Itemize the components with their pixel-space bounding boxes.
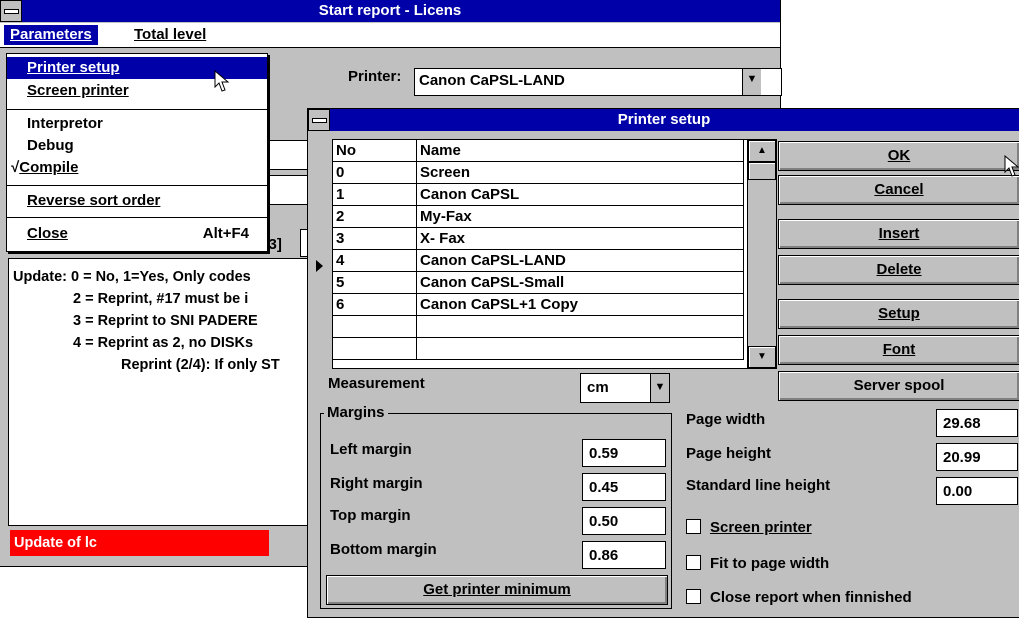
bottom-margin-label: Bottom margin xyxy=(330,541,437,558)
grid-cell-empty[interactable] xyxy=(417,338,744,360)
text-line: Reprint (2/4): If only ST xyxy=(121,357,280,373)
screen-printer-checkbox[interactable]: Screen printer xyxy=(686,519,812,537)
left-margin-label: Left margin xyxy=(330,441,412,458)
column-header-name[interactable]: Name xyxy=(417,140,744,162)
main-system-menu-icon[interactable] xyxy=(0,0,22,22)
printer-select[interactable]: Canon CaPSL-LAND ▼ xyxy=(414,68,782,96)
text-line: 3 = Reprint to SNI PADERE xyxy=(73,313,258,329)
page-width-label: Page width xyxy=(686,411,766,428)
menu-bar: Parameters Total level xyxy=(0,23,780,48)
menu-separator xyxy=(7,185,267,186)
text-line: 4 = Reprint as 2, no DISKs xyxy=(73,335,254,351)
grid-cell-empty[interactable] xyxy=(333,316,417,338)
scroll-up-arrow-icon[interactable]: ▲ xyxy=(748,140,776,162)
margins-group-title: Margins xyxy=(324,404,388,421)
hidden-field-2[interactable] xyxy=(266,175,310,205)
standard-line-height-label: Standard line height xyxy=(686,477,831,494)
mouse-cursor-icon xyxy=(214,70,230,92)
right-margin-input[interactable]: 0.45 xyxy=(582,473,666,501)
close-shortcut: Alt+F4 xyxy=(202,225,249,242)
grid-cell-empty[interactable] xyxy=(333,338,417,360)
setup-button[interactable]: Setup xyxy=(778,299,1019,329)
scroll-thumb[interactable] xyxy=(748,162,776,180)
menu-total-level[interactable]: Total level xyxy=(128,25,212,45)
printer-setup-dialog: Printer setup No Name 0 Screen 1 Canon C… xyxy=(307,108,1019,618)
grid-cell-name[interactable]: Canon CaPSL-LAND xyxy=(417,250,744,272)
menu-separator xyxy=(7,217,267,218)
page-height-input[interactable]: 20.99 xyxy=(936,443,1018,471)
delete-button[interactable]: Delete xyxy=(778,255,1019,285)
grid-cell-name[interactable]: Screen xyxy=(417,162,744,184)
dropdown-arrow-icon[interactable]: ▼ xyxy=(742,69,761,95)
grid-cell-no[interactable]: 3 xyxy=(333,228,417,250)
printer-select-value: Canon CaPSL-LAND xyxy=(419,72,565,89)
column-header-no[interactable]: No xyxy=(333,140,417,162)
text-line: Update: 0 = No, 1=Yes, Only codes xyxy=(13,269,251,285)
menu-parameters[interactable]: Parameters xyxy=(4,25,98,45)
insert-button[interactable]: Insert xyxy=(778,219,1019,249)
menu-separator xyxy=(7,109,267,110)
hidden-field-1[interactable] xyxy=(266,140,310,170)
grid-cell-no[interactable]: 5 xyxy=(333,272,417,294)
menu-item-debug[interactable]: Debug xyxy=(7,135,267,157)
check-mark-icon: √ xyxy=(11,159,20,176)
menu-item-close[interactable]: Close Alt+F4 xyxy=(7,223,267,245)
checkbox-box[interactable] xyxy=(686,519,701,534)
description-text-area[interactable]: Update: 0 = No, 1=Yes, Only codes 2 = Re… xyxy=(8,258,328,526)
measurement-select[interactable]: cm ▼ xyxy=(580,373,670,403)
fit-to-page-width-checkbox[interactable]: Fit to page width xyxy=(686,555,829,573)
grid-cell-empty[interactable] xyxy=(417,316,744,338)
standard-line-height-input[interactable]: 0.00 xyxy=(936,477,1018,505)
left-margin-input[interactable]: 0.59 xyxy=(582,439,666,467)
printer-label: Printer: xyxy=(348,68,402,85)
dialog-title: Printer setup xyxy=(617,111,711,128)
bottom-margin-input[interactable]: 0.86 xyxy=(582,541,666,569)
main-title-bar[interactable]: Start report - Licens xyxy=(0,0,780,22)
grid-cell-name[interactable]: Canon CaPSL+1 Copy xyxy=(417,294,744,316)
page-width-input[interactable]: 29.68 xyxy=(936,409,1018,437)
server-spool-button[interactable]: Server spool xyxy=(778,371,1019,401)
scroll-down-arrow-icon[interactable]: ▼ xyxy=(748,346,776,368)
grid-cell-name[interactable]: Canon CaPSL-Small xyxy=(417,272,744,294)
page-height-label: Page height xyxy=(686,445,772,462)
grid-cell-no[interactable]: 2 xyxy=(333,206,417,228)
top-margin-input[interactable]: 0.50 xyxy=(582,507,666,535)
printer-list-grid[interactable]: No Name 0 Screen 1 Canon CaPSL 2 My-Fax … xyxy=(332,139,777,369)
grid-cell-no[interactable]: 6 xyxy=(333,294,417,316)
top-margin-label: Top margin xyxy=(330,507,411,524)
grid-cell-name[interactable]: Canon CaPSL xyxy=(417,184,744,206)
checkbox-box[interactable] xyxy=(686,589,701,604)
main-window-title: Start report - Licens xyxy=(318,2,462,19)
menu-item-interpretor[interactable]: Interpretor xyxy=(7,113,267,135)
text-line: 2 = Reprint, #17 must be i xyxy=(73,291,249,307)
grid-cell-no[interactable]: 4 xyxy=(333,250,417,272)
mouse-cursor-icon xyxy=(1004,155,1019,177)
measurement-label: Measurement xyxy=(328,375,425,392)
dropdown-arrow-icon[interactable]: ▼ xyxy=(650,374,669,402)
get-printer-minimum-button[interactable]: Get printer minimum xyxy=(326,575,668,605)
grid-scrollbar[interactable]: ▲ ▼ xyxy=(747,140,776,368)
close-report-when-finished-checkbox[interactable]: Close report when finnished xyxy=(686,589,912,607)
grid-cell-name[interactable]: My-Fax xyxy=(417,206,744,228)
status-bar: Update of lc xyxy=(10,530,269,556)
ok-button[interactable]: OK xyxy=(778,141,1019,171)
current-row-indicator-icon xyxy=(316,260,323,272)
dialog-system-menu-icon[interactable] xyxy=(308,109,330,131)
measurement-select-value: cm xyxy=(587,379,609,396)
right-margin-label: Right margin xyxy=(330,475,423,492)
grid-cell-no[interactable]: 1 xyxy=(333,184,417,206)
cancel-button[interactable]: Cancel xyxy=(778,175,1019,205)
grid-cell-name[interactable]: X- Fax xyxy=(417,228,744,250)
grid-cell-no[interactable]: 0 xyxy=(333,162,417,184)
font-button[interactable]: Font xyxy=(778,335,1019,365)
dialog-title-bar[interactable]: Printer setup xyxy=(308,109,1019,131)
checkbox-box[interactable] xyxy=(686,555,701,570)
menu-item-reverse-sort-order[interactable]: Reverse sort order xyxy=(7,190,267,212)
menu-item-compile[interactable]: √Compile xyxy=(7,157,267,179)
